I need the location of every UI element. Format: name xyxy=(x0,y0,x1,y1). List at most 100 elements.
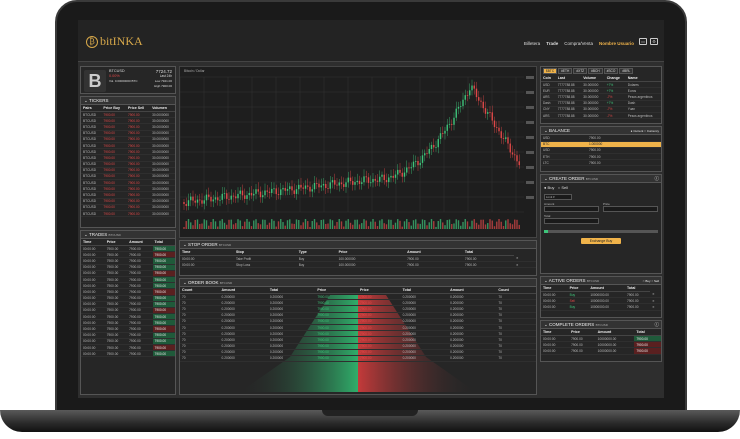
candle-body xyxy=(203,200,205,204)
market-tab[interactable]: #BRL xyxy=(619,68,634,74)
active-orders-header[interactable]: ⌄ ACTIVE ORDERS BTCUSD ○ Buy ○ Sell xyxy=(541,277,661,285)
candle-body xyxy=(246,195,248,199)
tickers-header[interactable]: ⌄ TICKERS xyxy=(81,97,175,105)
trades-header[interactable]: ⌄ TRADES BTCUSD xyxy=(81,231,175,239)
volume-bar xyxy=(300,225,302,229)
candle-body xyxy=(268,191,271,193)
volume-bar xyxy=(289,219,291,229)
candle-body xyxy=(325,183,327,189)
cancel-order-icon[interactable]: ✕ xyxy=(650,303,661,311)
volume-bar xyxy=(361,223,363,229)
active-sell-radio[interactable]: ○ Sell xyxy=(651,279,659,283)
order-book-header[interactable]: ⌄ ORDER BOOK BTCUSD xyxy=(180,279,536,287)
nav-billetera[interactable]: Billetera xyxy=(524,41,540,46)
trades-subtitle: BTCUSD xyxy=(108,233,121,237)
volume-bar xyxy=(329,219,331,229)
active-orders-row[interactable]: 00:00:00 Buy 10000000.00 7900.00 ✕ xyxy=(541,303,661,311)
volume-bar xyxy=(412,220,415,229)
high-label: High xyxy=(154,84,161,88)
info-icon[interactable]: ⓘ xyxy=(655,175,662,183)
candle-body xyxy=(496,127,498,128)
exchange-buy-button[interactable]: Exchange Buy xyxy=(581,238,621,244)
buy-label: Buy xyxy=(547,185,555,190)
candle-body xyxy=(322,183,325,186)
total-input[interactable] xyxy=(544,218,599,224)
nav-trade[interactable]: Trade xyxy=(546,41,558,46)
candle-body xyxy=(201,200,203,204)
candlestick-chart[interactable] xyxy=(179,67,536,237)
stop-order-header[interactable]: ⌄ STOP ORDER BTCUSD xyxy=(180,241,536,249)
volume-bar xyxy=(212,219,214,229)
market-tab[interactable]: #XTZ xyxy=(573,68,588,74)
complete-info-icon[interactable]: ⓘ xyxy=(655,321,662,329)
candle-body xyxy=(435,147,437,149)
candle-body xyxy=(484,108,487,114)
sell-radio[interactable]: ○ Sell xyxy=(558,185,568,190)
market-tab[interactable]: #ETH xyxy=(558,68,573,74)
candle-body xyxy=(239,190,241,194)
complete-orders-cell: 7900.00 xyxy=(634,347,661,355)
volume-bar xyxy=(518,224,520,229)
amount-input[interactable] xyxy=(544,206,599,212)
chat-icon[interactable]: ▭ xyxy=(639,38,647,45)
volume-bar xyxy=(372,219,374,229)
app-screen: ₿ bitINKA Billetera Trade Compra/Venta No… xyxy=(78,20,664,398)
currency-radio[interactable]: ○ Currency xyxy=(644,129,659,133)
volume-bar xyxy=(352,224,354,229)
volume-bar xyxy=(493,226,496,229)
volume-bar xyxy=(271,219,273,229)
tickers-row[interactable]: BTCUSD 7900.00 7900.00 30.0000000 xyxy=(81,210,175,218)
order-type-select[interactable]: Limit ▾ xyxy=(544,194,572,200)
logo[interactable]: ₿ bitINKA xyxy=(86,34,143,49)
candle-body xyxy=(208,194,210,197)
stop-order-cell: 7900.00 xyxy=(405,261,463,269)
tickers-cell: BTCUSD xyxy=(81,210,102,218)
candle-body xyxy=(253,193,255,196)
candle-body xyxy=(352,181,354,185)
current-radio[interactable]: ● Current xyxy=(631,129,644,133)
balance-row[interactable]: LTC 7900.00 xyxy=(541,159,661,167)
candle-body xyxy=(381,174,383,177)
volume-bar xyxy=(266,224,268,229)
trades-row[interactable]: 00:00:00 7900.00 7900.00 7900.00 xyxy=(81,350,175,358)
cancel-order-icon[interactable]: ✕ xyxy=(514,261,536,269)
nav-compra-venta[interactable]: Compra/Venta xyxy=(564,41,593,46)
candle-body xyxy=(358,180,361,184)
order-slider[interactable] xyxy=(544,230,658,233)
candle-body xyxy=(437,139,439,148)
volume-bar xyxy=(302,222,304,229)
volume-bar xyxy=(489,219,491,229)
order-book-row[interactable]: 70 0.200000 0.200000 7900.00 7900.00 0.200000… xyxy=(180,355,536,363)
tickers-cell: 7900.00 xyxy=(101,210,126,218)
candle-body xyxy=(473,85,475,89)
candle-body xyxy=(505,137,507,139)
candle-body xyxy=(354,182,356,185)
market-tab[interactable]: #BCH xyxy=(588,68,603,74)
markets-row[interactable]: ARS 7777788.88 30.000000 -7% Pesos argentino… xyxy=(541,112,661,120)
balance-header[interactable]: ⌄ BALANCE ● Current ○ Currency xyxy=(541,127,661,135)
active-buy-radio[interactable]: ○ Buy xyxy=(643,279,651,283)
buy-radio[interactable]: ● Buy xyxy=(544,185,554,190)
settings-icon[interactable]: ⚙ xyxy=(650,38,658,45)
volume-bar xyxy=(484,224,487,229)
volume-bar xyxy=(340,221,343,229)
volume-bar xyxy=(365,220,367,229)
candle-body xyxy=(426,153,428,155)
complete-orders-row[interactable]: 00:00:00 7900.00 10000000.00 7900.00 xyxy=(541,347,661,355)
slider-handle[interactable] xyxy=(544,230,548,233)
active-orders-cell: 00:00:00 xyxy=(541,303,568,311)
price-input[interactable] xyxy=(603,206,658,212)
candle-body xyxy=(183,202,185,204)
low-label: Low xyxy=(154,79,161,83)
complete-orders-header[interactable]: ⌄ COMPLETE ORDERS BTCUSD ⓘ xyxy=(541,321,661,329)
nav-user-name[interactable]: Nombre Usuario xyxy=(599,41,634,46)
market-tab[interactable]: $BTC xyxy=(543,68,558,74)
market-tab[interactable]: #SCO xyxy=(603,68,619,74)
candle-body xyxy=(255,189,257,194)
create-order-header[interactable]: ⌄ CREATE ORDER BTCUSD ⓘ xyxy=(541,175,661,183)
candle-body xyxy=(286,189,289,191)
price-chart[interactable]: Bitcoin / Dollar xyxy=(179,66,537,238)
candle-body xyxy=(327,188,329,189)
stop-order-row[interactable]: 00:00:00 Stop Loss Buy 100.000000 7900.00 790… xyxy=(180,261,536,269)
volume-bar xyxy=(354,219,356,229)
